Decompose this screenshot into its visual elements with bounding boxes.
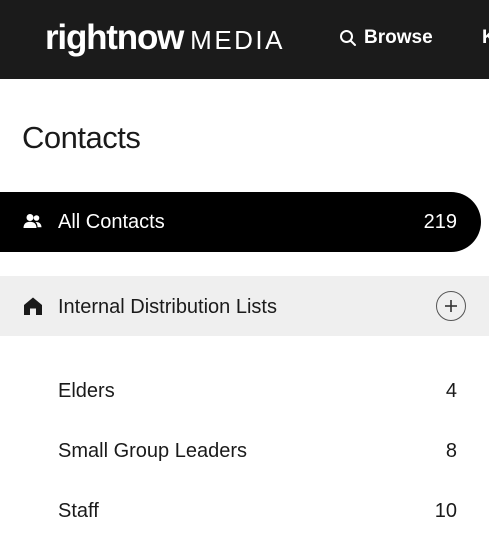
list-item-label: Elders bbox=[58, 380, 115, 402]
list-item-count: 4 bbox=[445, 380, 457, 402]
list-item-count: 8 bbox=[445, 440, 457, 462]
list-item-small-group-leaders[interactable]: Small Group Leaders 8 bbox=[0, 422, 489, 482]
top-navigation-bar: rightnow MEDIA Browse K bbox=[0, 0, 489, 79]
logo-media-text: MEDIA bbox=[190, 25, 285, 55]
browse-label: Browse bbox=[364, 27, 433, 48]
distribution-lists-label: Internal Distribution Lists bbox=[58, 296, 277, 318]
page-title: Contacts bbox=[22, 120, 141, 155]
all-contacts-count: 219 bbox=[423, 211, 457, 233]
search-icon bbox=[339, 29, 357, 47]
add-distribution-list-button[interactable] bbox=[436, 291, 466, 321]
home-icon bbox=[23, 296, 43, 316]
distribution-list: Elders 4 Small Group Leaders 8 Staff 10 bbox=[0, 362, 489, 542]
next-nav-link[interactable]: K bbox=[482, 27, 489, 49]
browse-nav-link[interactable]: Browse bbox=[339, 27, 433, 49]
all-contacts-label: All Contacts bbox=[58, 211, 165, 233]
list-item-count: 10 bbox=[434, 500, 457, 522]
internal-distribution-lists-header[interactable]: Internal Distribution Lists bbox=[0, 276, 489, 336]
all-contacts-item[interactable]: All Contacts 219 bbox=[0, 192, 481, 252]
list-item-staff[interactable]: Staff 10 bbox=[0, 482, 489, 542]
list-item-elders[interactable]: Elders 4 bbox=[0, 362, 489, 422]
logo-wordmark: rightnow bbox=[45, 18, 184, 57]
list-item-label: Small Group Leaders bbox=[58, 440, 247, 462]
plus-icon bbox=[445, 300, 457, 312]
rightnow-media-logo[interactable]: rightnow MEDIA bbox=[45, 18, 285, 58]
people-icon bbox=[23, 213, 42, 230]
list-item-label: Staff bbox=[58, 500, 99, 522]
